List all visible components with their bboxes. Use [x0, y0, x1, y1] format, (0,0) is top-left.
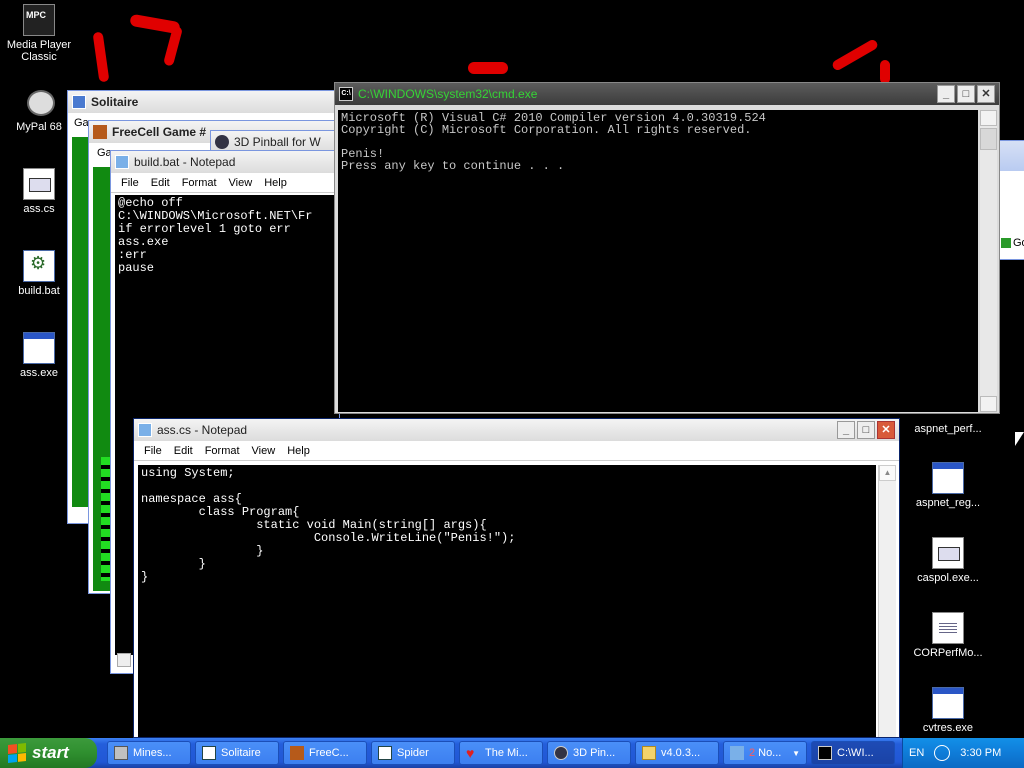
scroll-up-button[interactable]: ▲ [879, 465, 896, 481]
notepad-icon [730, 746, 744, 760]
close-button[interactable]: ✕ [877, 421, 895, 439]
go-arrow-icon [1001, 238, 1011, 248]
taskbar: start Mines... Solitaire FreeC... Spider… [0, 738, 1024, 768]
menu-help[interactable]: Help [281, 445, 316, 457]
cs-file-icon [23, 168, 55, 200]
mouse-cursor-icon [1015, 432, 1024, 446]
pinball-window[interactable]: 3D Pinball for W [210, 130, 340, 153]
language-indicator[interactable]: EN [909, 747, 924, 759]
cmd-output[interactable]: Microsoft (R) Visual C# 2010 Compiler ve… [338, 110, 978, 412]
maximize-button[interactable]: □ [957, 85, 975, 103]
menu-edit[interactable]: Edit [168, 445, 199, 457]
cmd-scrollbar[interactable] [980, 110, 997, 412]
scroll-down-button[interactable] [980, 396, 997, 412]
freecell-icon [290, 746, 304, 760]
cmd-window[interactable]: C:\ C:\WINDOWS\system32\cmd.exe _ □ ✕ Mi… [334, 82, 1000, 414]
taskbar-button-spider[interactable]: Spider [371, 741, 455, 765]
solitaire-icon [202, 746, 216, 760]
system-tray: EN 3:30 PM [902, 738, 1024, 768]
desktop-icon-aspnet-perf[interactable]: aspnet_perf... [910, 423, 986, 435]
taskbar-button-hearts[interactable]: ♥ The Mi... [459, 741, 543, 765]
taskbar-button-freecell[interactable]: FreeC... [283, 741, 367, 765]
chevron-down-icon: ▼ [792, 748, 800, 758]
ass-cs-scrollbar[interactable]: ▲ [878, 465, 896, 737]
exe-file-icon [932, 687, 964, 719]
spider-icon [378, 746, 392, 760]
scroll-up-button[interactable] [980, 110, 997, 126]
minimize-button[interactable]: _ [837, 421, 855, 439]
desktop-icon-build-bat[interactable]: build.bat [1, 250, 77, 297]
solitaire-titlebar[interactable]: Solitaire [68, 91, 338, 113]
ass-cs-text[interactable]: using System; namespace ass{ class Progr… [138, 465, 876, 737]
desktop-icon-caspol[interactable]: caspol.exe... [910, 537, 986, 584]
text-file-icon [932, 612, 964, 644]
menu-help[interactable]: Help [258, 177, 293, 189]
desktop-icon-aspnet-reg[interactable]: aspnet_reg... [910, 462, 986, 509]
taskbar-button-cmd[interactable]: C:\WI... [811, 741, 895, 765]
desktop-icon-ass-exe[interactable]: ass.exe [1, 332, 77, 379]
freecell-icon [93, 125, 107, 139]
solitaire-icon [72, 95, 86, 109]
exe-file-icon [23, 332, 55, 364]
folder-icon [642, 746, 656, 760]
menu-file[interactable]: File [138, 445, 168, 457]
ass-cs-titlebar[interactable]: ass.cs - Notepad _ □ ✕ [134, 419, 899, 441]
minimize-button[interactable]: _ [937, 85, 955, 103]
desktop-icon-corperfmo[interactable]: CORPerfMo... [910, 612, 986, 659]
cmd-titlebar[interactable]: C:\ C:\WINDOWS\system32\cmd.exe _ □ ✕ [335, 83, 999, 105]
desktop-icon-ass-cs[interactable]: ass.cs [1, 168, 77, 215]
ass-cs-menubar: File Edit Format View Help [134, 441, 899, 461]
pinball-icon [215, 135, 229, 149]
explorer-window[interactable]: Go [998, 140, 1024, 260]
desktop-icon-mypal[interactable]: MyPal 68 [1, 86, 77, 133]
mypal-icon [23, 86, 55, 118]
clock[interactable]: 3:30 PM [960, 747, 1001, 759]
build-bat-menubar: File Edit Format View Help [111, 173, 339, 193]
cs-file-icon [932, 537, 964, 569]
desktop-icon-media-player-classic[interactable]: Media Player Classic [1, 4, 77, 63]
menu-view[interactable]: View [223, 177, 259, 189]
cmd-icon: C:\ [339, 87, 353, 101]
menu-format[interactable]: Format [176, 177, 223, 189]
menu-view[interactable]: View [246, 445, 282, 457]
notepad-icon [138, 423, 152, 437]
pinball-icon [554, 746, 568, 760]
taskbar-button-pinball[interactable]: 3D Pin... [547, 741, 631, 765]
maximize-button[interactable]: □ [857, 421, 875, 439]
menu-format[interactable]: Format [199, 445, 246, 457]
media-player-classic-icon [23, 4, 55, 36]
taskbar-button-solitaire[interactable]: Solitaire [195, 741, 279, 765]
hearts-icon: ♥ [466, 745, 475, 761]
start-button[interactable]: start [0, 738, 97, 768]
menu-file[interactable]: File [115, 177, 145, 189]
exe-file-icon [932, 462, 964, 494]
minesweeper-icon [114, 746, 128, 760]
build-bat-titlebar[interactable]: build.bat - Notepad [111, 151, 339, 173]
menu-edit[interactable]: Edit [145, 177, 176, 189]
taskbar-button-minesweeper[interactable]: Mines... [107, 741, 191, 765]
ass-cs-notepad-window[interactable]: ass.cs - Notepad _ □ ✕ File Edit Format … [133, 418, 900, 738]
volume-icon[interactable] [934, 745, 951, 761]
build-bat-scroll-left-button[interactable] [117, 653, 131, 667]
close-button[interactable]: ✕ [977, 85, 995, 103]
scroll-thumb[interactable] [980, 128, 997, 150]
batch-file-icon [23, 250, 55, 282]
cmd-icon [818, 746, 832, 760]
notepad-icon [115, 155, 129, 169]
group-count: 2 [749, 747, 756, 759]
desktop-icon-cvtres[interactable]: cvtres.exe [910, 687, 986, 734]
go-button[interactable]: Go [1001, 237, 1024, 249]
windows-logo-icon [8, 743, 26, 763]
taskbar-button-folder[interactable]: v4.0.3... [635, 741, 719, 765]
taskbar-button-notepad-group[interactable]: 2 No... ▼ [723, 741, 807, 765]
